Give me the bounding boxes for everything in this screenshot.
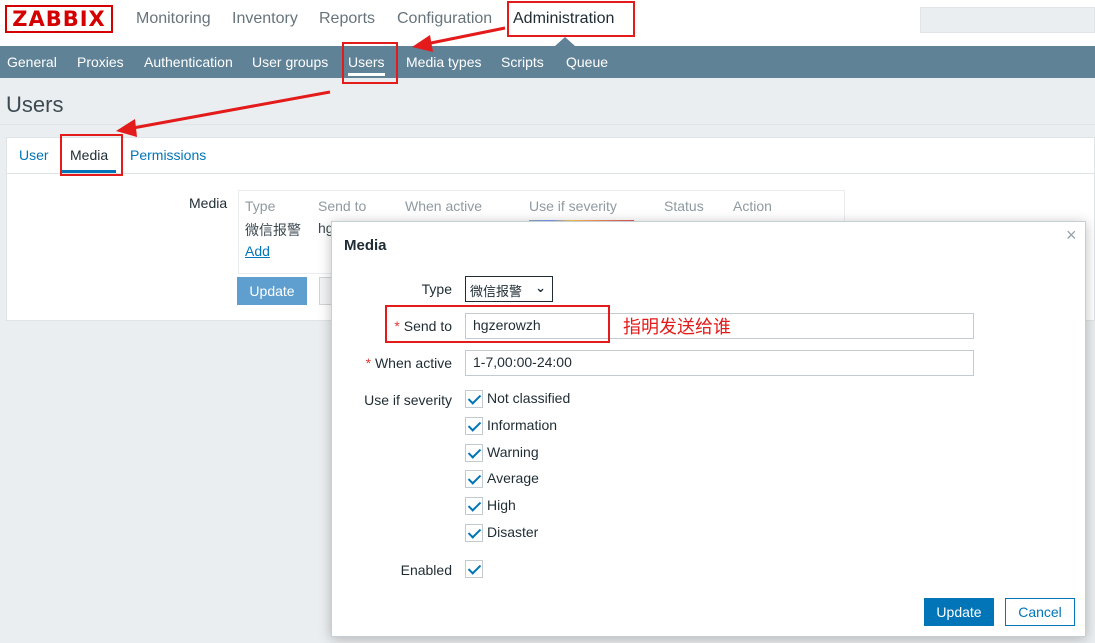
arrow-line-users-media xyxy=(132,90,331,130)
arrow-head-users-media xyxy=(116,119,137,137)
arrow-head-admin-users xyxy=(412,35,433,52)
arrow-line-admin-users xyxy=(425,26,506,46)
annotation-arrows xyxy=(116,26,506,137)
